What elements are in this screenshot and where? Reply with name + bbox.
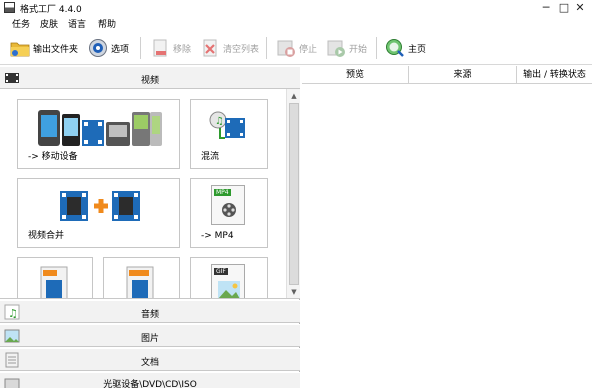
clear-list-button[interactable]: 清空列表	[200, 36, 259, 60]
tile-mp4[interactable]: MP4 -> MP4	[190, 178, 268, 248]
mobile-devices-icon	[38, 110, 162, 146]
scroll-thumb[interactable]	[289, 103, 299, 285]
function-panel: 视频 -> 移动设备 ♫ 混流 视频合并 MP4 -> MP4 GIF ▲ ▼ …	[0, 66, 300, 388]
clear-icon	[200, 38, 220, 58]
start-button[interactable]: 开始	[326, 36, 367, 60]
mix-icon: ♫	[209, 111, 245, 139]
category-audio[interactable]: ♫ 音频	[0, 300, 300, 323]
options-gear-icon	[88, 38, 108, 58]
category-video-label: 视频	[140, 76, 159, 86]
tile-video-merge[interactable]: 视频合并	[17, 178, 180, 248]
category-document[interactable]: 文档	[0, 348, 300, 371]
output-folder-button[interactable]: 输出文件夹	[10, 36, 78, 60]
options-label: 选项	[111, 44, 130, 55]
toolbar: 输出文件夹 选项 移除 清空列表 停止 开始 主页	[0, 31, 592, 65]
category-optical[interactable]: 光驱设备\DVD\CD\ISO	[0, 372, 300, 388]
app-icon	[4, 2, 15, 13]
tile-mobile-device[interactable]: -> 移动设备	[17, 99, 180, 169]
menu-bar: 任务 皮肤 语言 帮助	[0, 15, 592, 31]
category-video[interactable]: 视频	[0, 66, 300, 89]
column-source[interactable]: 来源	[409, 66, 517, 84]
home-button[interactable]: 主页	[385, 36, 426, 60]
tile-mobile-label: -> 移动设备	[28, 152, 78, 162]
tile-mix-label: 混流	[201, 152, 220, 162]
category-image-label: 图片	[140, 334, 159, 344]
folder-icon	[10, 38, 30, 58]
menu-task[interactable]: 任务	[12, 17, 30, 30]
mp4-file-icon: MP4	[211, 185, 245, 225]
video-merge-icon	[60, 191, 140, 221]
mp4-badge: MP4	[214, 189, 231, 196]
home-globe-icon	[385, 38, 405, 58]
category-optical-label: 光驱设备\DVD\CD\ISO	[103, 380, 197, 388]
stop-button[interactable]: 停止	[276, 36, 317, 60]
tile-mix[interactable]: ♫ 混流	[190, 99, 268, 169]
window-title: 格式工厂 4.4.0	[20, 5, 82, 15]
close-button[interactable]: ✕	[566, 0, 592, 15]
tile-format-1[interactable]	[17, 257, 93, 298]
video-tools-area: -> 移动设备 ♫ 混流 视频合并 MP4 -> MP4 GIF ▲ ▼	[0, 89, 300, 299]
menu-help[interactable]: 帮助	[98, 17, 116, 30]
tile-merge-label: 视频合并	[28, 231, 65, 241]
column-output-status[interactable]: 输出 / 转换状态	[517, 66, 592, 84]
stop-label: 停止	[299, 44, 318, 55]
toolbar-separator	[376, 37, 377, 59]
category-audio-label: 音频	[140, 310, 159, 320]
home-label: 主页	[408, 44, 427, 55]
menu-language[interactable]: 语言	[68, 17, 86, 30]
gif-file-icon: GIF	[211, 264, 245, 298]
output-folder-label: 输出文件夹	[33, 44, 79, 55]
toolbar-separator	[266, 37, 267, 59]
tile-mp4-label: -> MP4	[201, 231, 234, 241]
toolbar-separator	[140, 37, 141, 59]
remove-button[interactable]: 移除	[150, 36, 191, 60]
remove-label: 移除	[173, 44, 192, 55]
column-preview[interactable]: 预览	[302, 66, 409, 84]
category-image[interactable]: 图片	[0, 324, 300, 347]
video-file-icon	[126, 266, 154, 298]
tile-gif[interactable]: GIF	[190, 257, 268, 298]
stop-icon	[276, 38, 296, 58]
gif-badge: GIF	[214, 268, 228, 275]
task-list: 预览 来源 输出 / 转换状态	[302, 66, 592, 388]
start-label: 开始	[349, 44, 368, 55]
options-button[interactable]: 选项	[88, 36, 129, 60]
category-document-label: 文档	[140, 358, 159, 368]
svg-text:♫: ♫	[215, 116, 224, 127]
scroll-up-arrow[interactable]: ▲	[288, 90, 300, 102]
video-file-icon	[40, 266, 68, 298]
scroll-down-arrow[interactable]: ▼	[288, 286, 300, 298]
clear-list-label: 清空列表	[223, 44, 260, 55]
video-scrollbar[interactable]: ▲ ▼	[286, 89, 300, 298]
film-reel-icon	[222, 203, 236, 217]
picture-icon	[218, 281, 240, 298]
title-bar: 格式工厂 4.4.0 ─ □ ✕	[0, 0, 592, 15]
menu-skin[interactable]: 皮肤	[40, 17, 58, 30]
remove-icon	[150, 38, 170, 58]
tile-format-2[interactable]	[103, 257, 180, 298]
start-icon	[326, 38, 346, 58]
